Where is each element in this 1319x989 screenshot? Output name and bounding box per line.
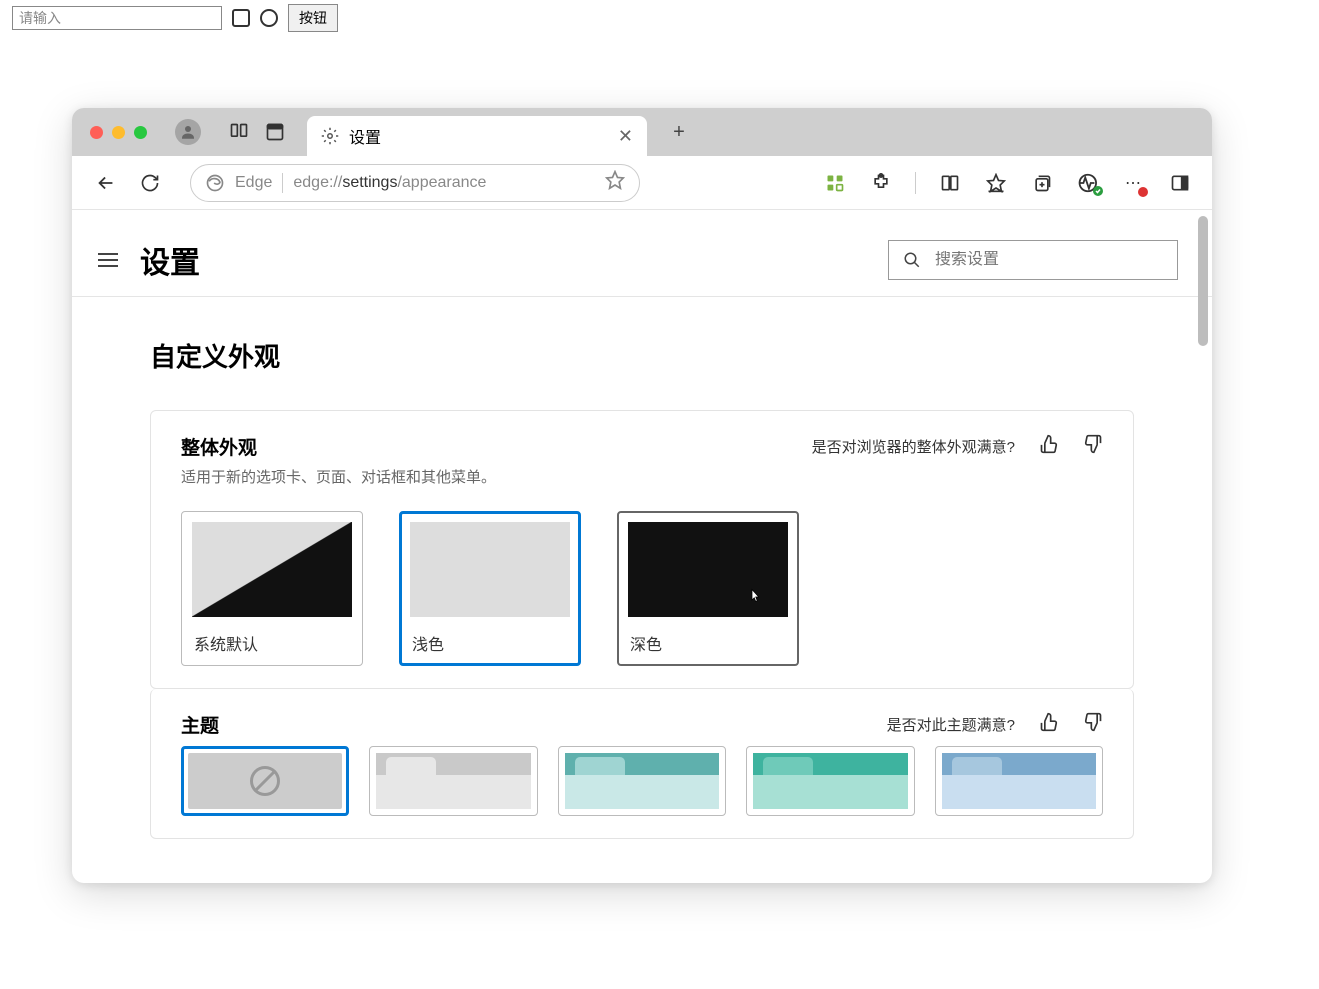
scrollbar-thumb[interactable] [1198,216,1208,346]
gear-icon [321,127,339,145]
color-theme-blue[interactable] [935,746,1103,816]
appearance-card-subtitle: 适用于新的选项卡、页面、对话框和其他菜单。 [181,466,1103,487]
address-url: edge://settings/appearance [293,174,486,192]
hamburger-menu-button[interactable] [98,253,118,267]
main-content: 自定义外观 整体外观 是否对浏览器的整体外观满意? 适 [72,297,1212,839]
performance-icon[interactable] [1076,171,1100,195]
edge-logo-icon [205,173,225,193]
search-settings-input[interactable] [935,251,1163,269]
settings-header: 设置 [72,210,1212,297]
appearance-option-system[interactable]: 系统默认 [181,511,363,666]
browser-window: 设置 ✕ + Edge edge://settings/appearance [72,108,1212,883]
traffic-lights [90,126,147,139]
search-settings-box[interactable] [888,240,1178,280]
tab-title: 设置 [349,124,381,148]
themes-card: 主题 是否对此主题满意? [150,689,1134,839]
light-label: 浅色 [410,631,570,655]
notification-badge [1138,187,1148,197]
system-label: 系统默认 [192,631,352,655]
address-toolbar: Edge edge://settings/appearance [72,156,1212,210]
theme-feedback: 是否对此主题满意? [887,712,1103,737]
appearance-option-dark[interactable]: 深色 [617,511,799,666]
window-minimize-button[interactable] [112,126,125,139]
window-close-button[interactable] [90,126,103,139]
profile-avatar-icon[interactable] [175,119,201,145]
favorite-star-icon[interactable] [605,170,625,195]
dark-preview [628,522,788,617]
none-icon [188,753,342,809]
extensions-icon[interactable] [869,171,893,195]
split-screen-icon[interactable] [938,171,962,195]
address-separator [282,173,283,193]
vertical-tabs-icon[interactable] [261,118,289,146]
refresh-button[interactable] [136,169,164,197]
theme-feedback-question: 是否对此主题满意? [887,714,1015,735]
theme-thumbs-up-button[interactable] [1039,712,1059,737]
appearance-thumbs-up-button[interactable] [1039,434,1059,459]
more-menu-icon[interactable]: ⋯ [1122,171,1146,195]
color-theme-none[interactable] [181,746,349,816]
toolbar-icons: ⋯ [823,171,1192,195]
apps-grid-icon[interactable] [823,171,847,195]
color-theme-options [181,746,1103,816]
address-brand-label: Edge [235,174,272,192]
browser-tab[interactable]: 设置 ✕ [307,116,647,156]
themes-card-title: 主题 [181,711,219,738]
color-theme-green[interactable] [746,746,914,816]
cursor-pointer-icon [746,588,764,611]
tab-close-button[interactable]: ✕ [618,126,633,147]
light-preview [410,522,570,617]
toolbar-divider [915,172,916,194]
overall-appearance-card: 整体外观 是否对浏览器的整体外观满意? 适用于新的选项卡、页面、对话框和其他菜单… [150,410,1134,689]
appearance-feedback-question: 是否对浏览器的整体外观满意? [812,436,1015,457]
search-icon [903,251,921,269]
native-radio[interactable] [260,9,278,27]
sidebar-toggle-icon[interactable] [1168,171,1192,195]
appearance-card-title: 整体外观 [181,433,257,460]
settings-title: 设置 [140,238,200,282]
address-bar[interactable]: Edge edge://settings/appearance [190,164,640,202]
workspaces-icon[interactable] [225,118,253,146]
dark-label: 深色 [628,631,788,655]
window-maximize-button[interactable] [134,126,147,139]
appearance-feedback: 是否对浏览器的整体外观满意? [812,434,1103,459]
native-controls-row: 按钮 [8,0,342,36]
collections-icon[interactable] [1030,171,1054,195]
native-checkbox[interactable] [232,9,250,27]
appearance-options: 系统默认 浅色 深色 [181,511,1103,666]
native-text-input[interactable] [12,6,222,30]
window-title-bar: 设置 ✕ + [72,108,1212,156]
appearance-thumbs-down-button[interactable] [1083,434,1103,459]
favorites-icon[interactable] [984,171,1008,195]
color-theme-gray[interactable] [369,746,537,816]
theme-thumbs-down-button[interactable] [1083,712,1103,737]
appearance-option-light[interactable]: 浅色 [399,511,581,666]
back-button[interactable] [92,169,120,197]
new-tab-button[interactable]: + [665,118,693,146]
system-preview [192,522,352,617]
content-area: 设置 自定义外观 整体外观 是否对浏览器的整体外观满意? [72,210,1212,883]
native-button[interactable]: 按钮 [288,4,338,32]
color-theme-teal[interactable] [558,746,726,816]
page-title: 自定义外观 [150,337,1134,374]
